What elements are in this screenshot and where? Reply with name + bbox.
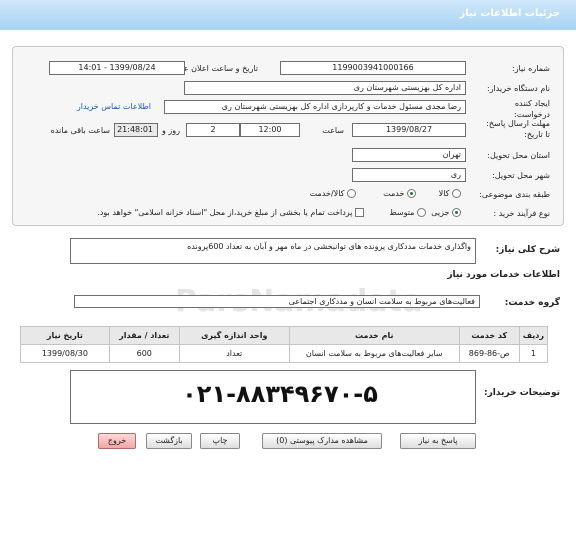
buyer-notes-phone: ۰۲۱-۸۸۳۴۹۶۷۰-۵ [182,380,378,408]
category-option-goods[interactable]: کالا [439,189,461,198]
services-info-title: اطلاعات خدمات مورد نیاز [447,270,560,280]
deadline-time-field: 12:00 [240,123,300,137]
category-option-goods-service-label: کالا/خدمت [309,189,345,198]
radio-icon [452,189,461,198]
table-header-row: ردیف کد خدمت نام خدمت واحد اندازه گیری ت… [20,326,549,345]
process-option-minor[interactable]: جزیی [431,208,461,217]
buyer-contact-link[interactable]: اطلاعات تماس خریدار [77,102,151,111]
creator-field: رضا مجدی مسئول خدمات و کارپردازی اداره ک… [164,100,466,114]
category-option-goods-service[interactable]: کالا/خدمت [310,189,356,198]
process-option-medium[interactable]: متوسط [389,208,426,217]
col-service-code: کد خدمت [458,326,520,345]
province-field: تهران [352,148,466,162]
back-button[interactable]: بازگشت [146,433,192,449]
radio-selected-icon [407,189,416,198]
col-row-number: ردیف [518,326,549,345]
cell-quantity: 600 [108,344,180,363]
cell-service-name: سایر فعالیت‌های مربوط به سلامت انسان [288,344,460,363]
remaining-time-field: 21:48:01 [114,123,158,137]
category-option-goods-label: کالا [438,189,450,198]
deadline-label-line2: تا تاریخ: [524,130,550,139]
process-option-medium-label: متوسط [389,208,415,217]
treasury-note: پرداخت تمام یا بخشی از مبلغ خرید،از محل … [97,208,353,217]
service-group-field: فعالیت‌های مربوط به سلامت انسان و مددکار… [74,295,480,308]
process-label: نوع فرآیند خرید : [493,209,550,218]
reply-button[interactable]: پاسخ به نیاز [400,433,476,449]
category-label: طبقه بندی موضوعی: [479,190,550,199]
page-title: جزئیات اطلاعات نیاز [459,8,560,19]
process-option-minor-label: جزیی [431,208,450,217]
col-quantity: تعداد / مقدار [108,326,180,345]
checkbox-icon [355,208,364,217]
buyer-org-field: اداره کل بهزیستی شهرستان ری [184,81,466,95]
deadline-label-line1: مهلت ارسال پاسخ: [486,119,550,128]
col-unit: واحد اندازه گیری [178,326,290,345]
need-number-label: شماره نیاز: [512,64,550,73]
description-label: شرح کلی نیاز: [495,245,560,255]
creator-label-line1: ایجاد کننده [514,99,550,108]
col-service-name: نام خدمت [288,326,460,345]
days-field: 2 [186,123,240,137]
print-button[interactable]: چاپ [200,433,240,449]
service-group-label: گروه خدمت: [504,298,560,308]
treasury-checkbox[interactable]: پرداخت تمام یا بخشی از مبلغ خرید،از محل … [97,208,364,217]
services-table: ردیف کد خدمت نام خدمت واحد اندازه گیری ت… [20,326,549,363]
cell-unit: تعداد [178,344,290,363]
creator-label: ایجاد کننده درخواست: [514,98,550,120]
page-header: جزئیات اطلاعات نیاز [0,0,576,30]
city-field: ری [352,168,466,182]
radio-icon [347,189,356,198]
exit-button[interactable]: خروج [98,433,136,449]
cell-need-date: 1399/08/30 [20,344,110,363]
radio-icon [417,208,426,217]
time-label: ساعت [322,126,344,135]
days-label: روز و [162,126,180,135]
announce-datetime-field: 1399/08/24 - 14:01 [49,61,185,75]
category-option-service-label: خدمت [383,189,405,198]
remaining-label: ساعت باقی مانده [50,126,110,135]
table-row: 1 ص-86-869 سایر فعالیت‌های مربوط به سلام… [20,344,549,363]
province-label: استان محل تحویل: [487,151,550,160]
cell-service-code: ص-86-869 [458,344,520,363]
need-number-field: 1199003941000166 [280,61,466,75]
description-field: واگذاری خدمات مددکاری پرونده های توانبخش… [70,238,476,264]
cell-row-number: 1 [518,344,549,363]
buyer-notes-label: توضیحات خریدار: [484,388,560,398]
deadline-label: مهلت ارسال پاسخ: تا تاریخ: [486,118,550,140]
view-attachments-button[interactable]: مشاهده مدارک پیوستی (0) [262,433,382,449]
radio-selected-icon [452,208,461,217]
buyer-org-label: نام دستگاه خریدار: [487,84,550,93]
col-need-date: تاریخ نیاز [20,326,110,345]
category-option-service[interactable]: خدمت [383,189,416,198]
city-label: شهر محل تحویل: [492,171,550,180]
deadline-date-field: 1399/08/27 [352,123,466,137]
